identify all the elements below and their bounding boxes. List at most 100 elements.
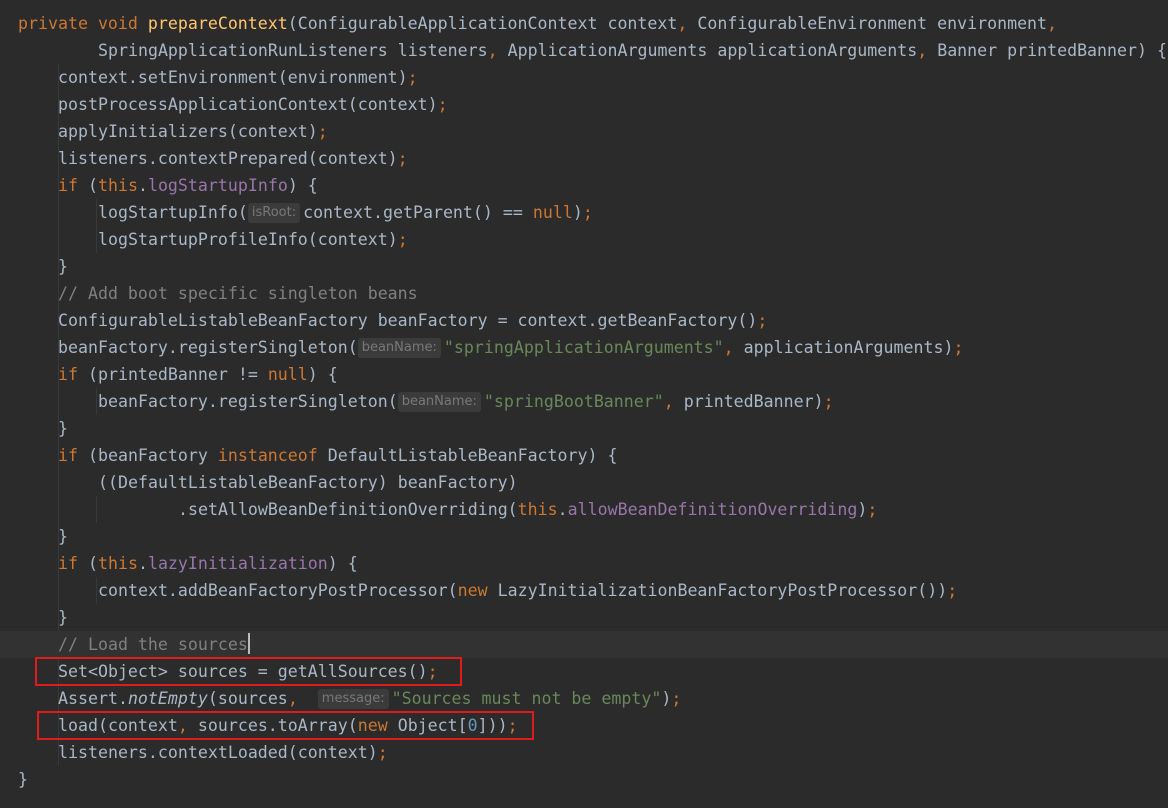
code-line-content: listeners.contextLoaded(context); — [58, 739, 388, 766]
code-line-content: SpringApplicationRunListeners listeners,… — [98, 37, 1167, 64]
code-token: ; — [757, 311, 768, 330]
highlight-box — [35, 657, 462, 686]
code-token: logStartupInfo — [147, 176, 288, 195]
code-token: // Add boot specific singleton beans — [58, 284, 418, 303]
code-token: Assert. — [58, 689, 128, 708]
code-line[interactable]: } — [0, 523, 1168, 550]
code-token: ) { — [327, 554, 358, 573]
code-token: .setAllowBeanDefinitionOverriding( — [178, 500, 518, 519]
code-line-content: // Add boot specific singleton beans — [58, 280, 418, 307]
code-token: if — [58, 554, 88, 573]
code-line-content: ((DefaultListableBeanFactory) beanFactor… — [98, 469, 518, 496]
code-line[interactable]: logStartupInfo(isRoot: context.getParent(… — [0, 199, 1168, 226]
code-line[interactable]: if (beanFactory instanceof DefaultListab… — [0, 442, 1168, 469]
code-token: applicationArguments) — [743, 338, 954, 357]
code-line[interactable]: // Load the sources — [0, 631, 1168, 658]
code-token: , — [287, 689, 318, 708]
code-token: context.addBeanFactoryPostProcessor( — [98, 581, 458, 600]
code-line[interactable]: } — [0, 604, 1168, 631]
code-token: prepareContext — [147, 14, 288, 33]
code-token: ; — [823, 392, 834, 411]
code-line-content: } — [58, 415, 68, 442]
code-token: listeners.contextLoaded(context) — [58, 743, 378, 762]
code-token: this — [517, 500, 558, 519]
code-line[interactable]: // Add boot specific singleton beans — [0, 280, 1168, 307]
code-token: ; — [947, 581, 958, 600]
code-token: ((DefaultListableBeanFactory) beanFactor… — [98, 473, 518, 492]
code-token: null — [532, 203, 573, 222]
code-line[interactable]: Assert.notEmpty(sources, message: "Source… — [0, 685, 1168, 712]
code-line[interactable]: context.addBeanFactoryPostProcessor(new … — [0, 577, 1168, 604]
code-line[interactable]: .setAllowBeanDefinitionOverriding(this.a… — [0, 496, 1168, 523]
code-line-content: } — [58, 523, 68, 550]
code-line-content: logStartupInfo(isRoot: context.getParent(… — [98, 199, 593, 226]
code-token: logStartupInfo( — [98, 203, 248, 222]
code-token: , — [917, 41, 938, 60]
code-line[interactable]: SpringApplicationRunListeners listeners,… — [0, 37, 1168, 64]
code-token: if — [58, 176, 88, 195]
code-line[interactable]: ((DefaultListableBeanFactory) beanFactor… — [0, 469, 1168, 496]
code-line-content: if (printedBanner != null) { — [58, 361, 338, 388]
code-token: . — [557, 500, 568, 519]
code-token: LazyInitializationBeanFactoryPostProcess… — [497, 581, 948, 600]
code-line-content: } — [58, 604, 68, 631]
code-token: ( — [87, 554, 98, 573]
code-token: beanFactory.registerSingleton( — [58, 338, 358, 357]
code-token: ; — [397, 230, 408, 249]
code-token: ; — [671, 689, 682, 708]
code-line-content: beanFactory.registerSingleton(beanName: "… — [98, 388, 834, 415]
code-token: ( — [87, 176, 98, 195]
code-token: logStartupProfileInfo(context) — [98, 230, 398, 249]
code-line[interactable]: if (this.lazyInitialization) { — [0, 550, 1168, 577]
code-line[interactable]: } — [0, 415, 1168, 442]
code-line[interactable]: listeners.contextPrepared(context); — [0, 145, 1168, 172]
code-token: Banner printedBanner) { — [937, 41, 1167, 60]
code-line[interactable]: } — [0, 766, 1168, 793]
code-token: ApplicationArguments applicationArgument… — [507, 41, 918, 60]
code-token: . — [137, 554, 148, 573]
code-token: postProcessApplicationContext(context) — [58, 95, 438, 114]
code-token: ) — [572, 203, 583, 222]
code-line-content: .setAllowBeanDefinitionOverriding(this.a… — [178, 496, 877, 523]
code-line[interactable]: logStartupProfileInfo(context); — [0, 226, 1168, 253]
code-token: printedBanner) — [683, 392, 824, 411]
code-line-content: listeners.contextPrepared(context); — [58, 145, 408, 172]
code-editor[interactable]: private void prepareContext(Configurable… — [0, 0, 1168, 808]
code-line-content: Assert.notEmpty(sources, message: "Source… — [58, 685, 681, 712]
parameter-hint: beanName: — [357, 338, 441, 358]
code-token: } — [18, 770, 28, 789]
code-token: } — [58, 527, 68, 546]
code-token: ) — [661, 689, 672, 708]
code-line-content: applyInitializers(context); — [58, 118, 328, 145]
code-line-content: if (beanFactory instanceof DefaultListab… — [58, 442, 617, 469]
code-line[interactable]: context.setEnvironment(environment); — [0, 64, 1168, 91]
code-token: "springBootBanner" — [483, 392, 664, 411]
code-line[interactable]: listeners.contextLoaded(context); — [0, 739, 1168, 766]
code-token: . — [137, 176, 148, 195]
code-token: lazyInitialization — [147, 554, 328, 573]
code-token: , — [663, 392, 684, 411]
code-token: SpringApplicationRunListeners listeners — [98, 41, 488, 60]
code-token: ; — [582, 203, 593, 222]
code-line[interactable]: ConfigurableListableBeanFactory beanFact… — [0, 307, 1168, 334]
code-line[interactable]: if (printedBanner != null) { — [0, 361, 1168, 388]
code-token: ; — [953, 338, 964, 357]
code-token: ConfigurableListableBeanFactory beanFact… — [58, 311, 758, 330]
code-token: ; — [867, 500, 878, 519]
code-token: ; — [407, 68, 418, 87]
code-token: (beanFactory — [87, 446, 218, 465]
code-line[interactable]: postProcessApplicationContext(context); — [0, 91, 1168, 118]
code-token: // Load the sources — [58, 635, 248, 654]
code-line[interactable]: beanFactory.registerSingleton(beanName: "… — [0, 334, 1168, 361]
code-token: applyInitializers(context) — [58, 122, 318, 141]
code-line[interactable]: } — [0, 253, 1168, 280]
code-line-content: // Load the sources — [58, 631, 250, 658]
code-line[interactable]: beanFactory.registerSingleton(beanName: "… — [0, 388, 1168, 415]
code-line[interactable]: private void prepareContext(Configurable… — [0, 10, 1168, 37]
code-line[interactable]: if (this.logStartupInfo) { — [0, 172, 1168, 199]
code-line-content: ConfigurableListableBeanFactory beanFact… — [58, 307, 767, 334]
code-line-content: } — [58, 253, 68, 280]
code-token: "Sources must not be empty" — [391, 689, 662, 708]
code-line[interactable]: applyInitializers(context); — [0, 118, 1168, 145]
code-token: null — [267, 365, 308, 384]
